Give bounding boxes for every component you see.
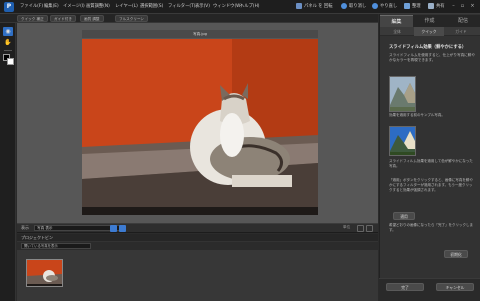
undo-icon	[341, 2, 347, 9]
zoom-tool-icon[interactable]: ◉	[3, 27, 13, 36]
sample-before-caption: 効果を適用する前のサンプル写真。	[389, 113, 445, 117]
organizer-button[interactable]: 整理	[404, 2, 421, 12]
sample-after-caption: スライドフィルム効果を適用して色が鮮やかになった写真。	[389, 159, 473, 168]
redo-icon	[372, 2, 378, 9]
cat-thumbnail-image	[27, 260, 62, 286]
guided-button[interactable]: ガイド付き	[50, 15, 76, 22]
document-title-bar: 写真.jpg	[82, 30, 318, 38]
menu-image[interactable]: イメージ(I)	[63, 3, 85, 11]
document-photo[interactable]	[82, 39, 318, 215]
quick-fix-button[interactable]: クイック 補正	[17, 15, 48, 22]
project-bin-title: プロジェクトビン	[21, 235, 53, 240]
units-toggle-icon[interactable]	[357, 225, 364, 232]
menu-select[interactable]: 選択範囲(S)	[140, 3, 163, 11]
fullscreen-button[interactable]: フルスクリーン	[115, 15, 148, 22]
zoom-select[interactable]: 写真 表示	[34, 225, 120, 231]
toolbox-divider	[4, 50, 12, 51]
rotate-panel-button[interactable]: パネル を 回転	[296, 2, 333, 12]
mountain-after-image	[390, 127, 415, 155]
redo-button[interactable]: やり直し	[372, 2, 397, 12]
app-logo: P	[4, 2, 14, 12]
sample-before-image	[389, 76, 416, 112]
project-bin-header	[17, 234, 378, 242]
done-instructions: 希望どおりの画像になったら「完了」をクリックします。	[389, 223, 473, 232]
menu-help[interactable]: ヘルプ(H)	[240, 3, 259, 11]
minimize-icon[interactable]: –	[449, 2, 458, 11]
menu-enhance[interactable]: 画質調整(N)	[86, 3, 110, 11]
photo-thumbnail[interactable]	[26, 259, 63, 287]
hand-tool-icon[interactable]: ✋	[3, 38, 13, 47]
project-bin-filter-value: 開いている写真を表示	[24, 244, 58, 248]
tab-create[interactable]: 作成	[413, 15, 446, 27]
sample-after-image	[389, 126, 416, 156]
tab-share[interactable]: 配信	[446, 15, 480, 27]
zoom-label: 表示	[21, 225, 29, 230]
cat-photo-image	[82, 39, 318, 215]
subtab-guided[interactable]: ガイド	[446, 27, 476, 36]
zoom-select-value: 写真 表示	[37, 226, 53, 230]
menu-window[interactable]: ウィンドウ(W)	[213, 3, 242, 11]
subtab-full[interactable]: 全体	[382, 27, 412, 36]
apply-instructions: 「適用」ボタンをクリックすると、画像に写真を鮮やかにするフィルターが適用されます…	[389, 178, 473, 192]
mountain-before-image	[390, 77, 415, 111]
background-color-swatch[interactable]	[7, 58, 14, 65]
layout-single-icon[interactable]	[110, 225, 117, 232]
done-button[interactable]: 完了	[386, 283, 424, 291]
effect-description: スライドフィルムを使用すると、仕上がり写真に鮮やかなカラーを再現できます。	[389, 53, 475, 62]
menu-view[interactable]: 表示(V)	[195, 3, 210, 11]
menu-layer[interactable]: レイヤー(L)	[115, 3, 138, 11]
reset-button[interactable]: 初期化	[444, 250, 468, 258]
menu-file[interactable]: ファイル(F)	[20, 3, 43, 11]
share-icon	[428, 2, 434, 9]
subtab-quick[interactable]: クイック	[414, 27, 444, 36]
rotate-icon	[296, 2, 302, 9]
project-bin	[17, 250, 378, 301]
tab-edit[interactable]: 編集	[380, 15, 413, 27]
organizer-icon	[404, 2, 410, 9]
adjust-button[interactable]: 画質 調整	[80, 15, 104, 22]
units-grid-icon[interactable]	[366, 225, 373, 232]
menu-edit[interactable]: 編集(E)	[44, 3, 59, 11]
menu-filter[interactable]: フィルター(T)	[168, 3, 195, 11]
apply-button[interactable]: 適用	[393, 212, 415, 220]
units-label: 単位	[343, 225, 351, 229]
maximize-icon[interactable]: ▫	[458, 2, 467, 11]
undo-button[interactable]: 取り消し	[341, 2, 366, 12]
cancel-button[interactable]: キャンセル	[436, 283, 474, 291]
layout-grid-icon[interactable]	[119, 225, 126, 232]
close-icon[interactable]: ×	[468, 2, 477, 11]
effect-heading: スライドフィルム効果（鮮やかにする）	[389, 45, 467, 50]
project-bin-filter-select[interactable]: 開いている写真を表示	[21, 243, 91, 249]
share-button[interactable]: 共有	[428, 2, 445, 12]
